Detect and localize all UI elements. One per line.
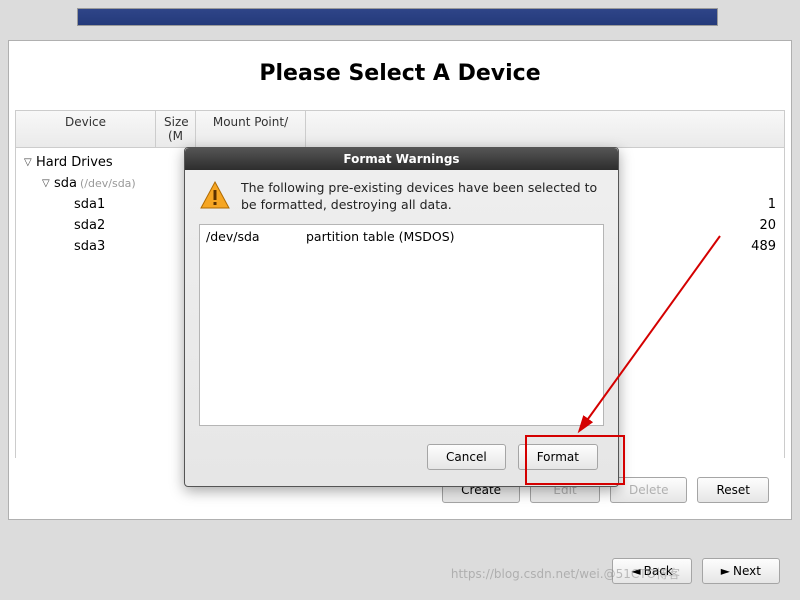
warning-icon bbox=[199, 180, 231, 216]
page-title: Please Select A Device bbox=[9, 41, 791, 110]
partition-size: 489 bbox=[740, 239, 780, 254]
delete-button: Delete bbox=[610, 477, 687, 503]
dialog-body: The following pre-existing devices have … bbox=[185, 170, 618, 222]
dialog-device-list: /dev/sda partition table (MSDOS) bbox=[199, 224, 604, 426]
dialog-message: The following pre-existing devices have … bbox=[241, 180, 604, 216]
next-button[interactable]: ► Next bbox=[702, 558, 780, 584]
partition-label: sda1 bbox=[74, 197, 105, 212]
device-path: /dev/sda bbox=[206, 229, 306, 244]
col-mount: Mount Point/ bbox=[196, 111, 306, 147]
partition-label: sda3 bbox=[74, 239, 105, 254]
expander-icon: ▽ bbox=[42, 178, 54, 189]
expander-icon: ▽ bbox=[24, 157, 36, 168]
col-device: Device bbox=[16, 111, 156, 147]
arrow-right-icon: ► bbox=[721, 564, 730, 578]
dialog-buttons: Cancel Format bbox=[185, 434, 618, 486]
table-header: Device Size (M Mount Point/ bbox=[16, 111, 784, 148]
format-warnings-dialog: Format Warnings The following pre-existi… bbox=[184, 147, 619, 487]
disk-path: (/dev/sda) bbox=[80, 177, 136, 190]
col-size: Size (M bbox=[156, 111, 196, 147]
installer-header-bar bbox=[77, 8, 718, 26]
list-item: /dev/sda partition table (MSDOS) bbox=[206, 229, 597, 244]
watermark: https://blog.csdn.net/wei.@51CTO博客 bbox=[451, 565, 680, 582]
dialog-title-text: Format Warnings bbox=[343, 152, 459, 166]
cancel-button[interactable]: Cancel bbox=[427, 444, 506, 470]
partition-size: 1 bbox=[740, 197, 780, 212]
device-desc: partition table (MSDOS) bbox=[306, 229, 455, 244]
disk-label: sda bbox=[54, 176, 77, 191]
reset-button[interactable]: Reset bbox=[697, 477, 769, 503]
format-button[interactable]: Format bbox=[518, 444, 598, 470]
tree-root-label: Hard Drives bbox=[36, 155, 113, 170]
partition-size: 20 bbox=[740, 218, 780, 233]
next-label: Next bbox=[733, 564, 761, 578]
partition-label: sda2 bbox=[74, 218, 105, 233]
dialog-titlebar: Format Warnings bbox=[185, 148, 618, 170]
